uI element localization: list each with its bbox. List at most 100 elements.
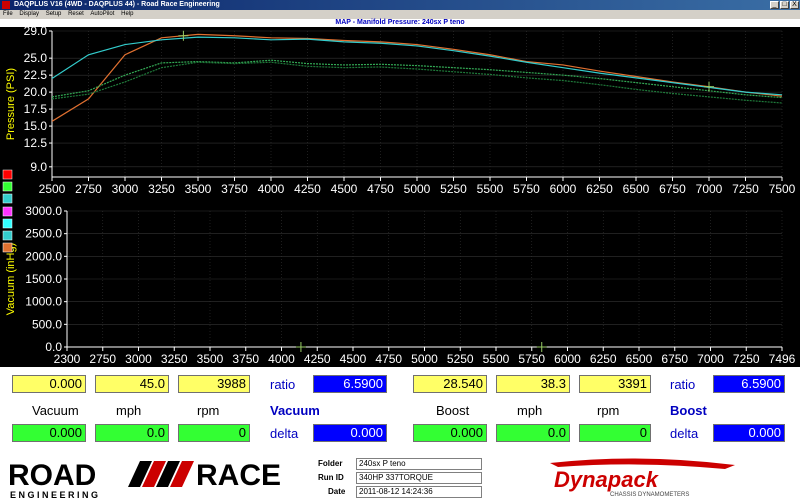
ratio-label-right: ratio — [670, 377, 696, 392]
chart-background — [0, 27, 800, 367]
pressure-x-tick-label: 3750 — [221, 182, 248, 196]
pressure-x-tick-label: 5250 — [440, 182, 467, 196]
vacuum-x-tick-label: 4000 — [268, 352, 295, 366]
menu-file[interactable]: File — [3, 10, 13, 19]
dynapack-logo: Dynapack CHASSIS DYNAMOMETERS — [550, 458, 735, 498]
vacuum-x-tick-label: 3000 — [125, 352, 152, 366]
pressure-x-tick-label: 4250 — [294, 182, 321, 196]
vacuum-x-tick-label: 6500 — [626, 352, 653, 366]
legend-swatch-bottom — [2, 206, 13, 217]
pressure-x-tick-label: 5000 — [404, 182, 431, 196]
app-icon — [2, 1, 10, 9]
legend-swatch-top — [2, 193, 13, 204]
mph-label-left: mph — [116, 403, 142, 418]
ratio-value-left: 6.5900 — [313, 375, 387, 393]
title-bar: DAQPLUS V16 (4WD - DAQPLUS 44) - Road Ra… — [0, 0, 800, 10]
pressure-y-tick-label: 25.0 — [24, 51, 48, 65]
pressure-y-label: Pressure (PSI) — [5, 68, 17, 140]
pressure-x-tick-label: 5500 — [477, 182, 504, 196]
vacuum-label: Vacuum — [32, 403, 79, 418]
pressure-x-tick-label: 3500 — [185, 182, 212, 196]
logo-road-text: ROAD — [8, 459, 96, 492]
vacuum-x-tick-label: 3750 — [232, 352, 259, 366]
close-button[interactable]: X — [790, 1, 799, 9]
date-label: Date — [328, 487, 346, 496]
boost-value: 28.540 — [413, 375, 487, 393]
ratio-label-left: ratio — [270, 377, 296, 392]
vacuum-y-tick-label: 2000.0 — [25, 249, 62, 263]
pressure-x-tick-label: 7250 — [732, 182, 759, 196]
pressure-x-tick-label: 4500 — [331, 182, 358, 196]
vacuum-x-tick-label: 3500 — [197, 352, 224, 366]
runid-label: Run ID — [318, 473, 344, 482]
mph-value-right: 38.3 — [496, 375, 570, 393]
boost-section-header: Boost — [670, 403, 707, 418]
legend-swatch-bottom — [2, 230, 13, 241]
vacuum-y-tick-label: 1500.0 — [25, 272, 62, 286]
menu-reset[interactable]: Reset — [68, 10, 84, 19]
rpm-value-left: 3988 — [178, 375, 250, 393]
charts-canvas: 9.0 12.5 15.0 17.5 20.0 22.5 25.0 29.0 2500 2750 3… — [0, 27, 800, 367]
vacuum-x-tick-label: 2750 — [89, 352, 116, 366]
pressure-y-tick-label: 29.0 — [24, 27, 48, 38]
menu-display[interactable]: Display — [19, 10, 39, 19]
pressure-y-tick-label: 17.5 — [24, 102, 48, 116]
dynapack-brand: Dynapack — [554, 467, 660, 492]
menu-autopilot[interactable]: AutoPilot — [90, 10, 114, 19]
vacuum-x-tick-label: 4500 — [340, 352, 367, 366]
vacuum-x-tick-label: 7250 — [733, 352, 760, 366]
road-race-logo: ROAD RACE E N G I N E E R I N G — [8, 459, 281, 500]
folder-value: 240sx P teno — [356, 458, 482, 470]
vacuum-x-tick-label: 6000 — [554, 352, 581, 366]
pressure-x-tick-label: 6750 — [659, 182, 686, 196]
pressure-x-tick-label: 2500 — [39, 182, 66, 196]
pressure-x-tick-label: 6000 — [550, 182, 577, 196]
vacuum-y-tick-label: 500.0 — [32, 317, 62, 331]
boost-delta: 0.000 — [413, 424, 487, 442]
vacuum-delta: 0.000 — [12, 424, 86, 442]
vacuum-x-tick-label: 2300 — [54, 352, 81, 366]
legend-swatch-bottom — [2, 242, 13, 253]
vacuum-x-tick-label: 6250 — [590, 352, 617, 366]
minimize-button[interactable]: _ — [770, 1, 779, 9]
pressure-x-tick-label: 5750 — [513, 182, 540, 196]
rpm-label-left: rpm — [197, 403, 220, 418]
logo-race-text: RACE — [196, 459, 281, 492]
vacuum-y-tick-label: 1000.0 — [25, 295, 62, 309]
pressure-x-tick-label: 6250 — [586, 182, 613, 196]
chart-title: MAP - Manifold Pressure: 240sx P teno — [0, 19, 800, 27]
vacuum-x-tick-label: 4750 — [375, 352, 402, 366]
readout-panel: 0.000 45.0 3988 ratio 6.5900 Vacuum mph … — [0, 367, 800, 455]
pressure-y-tick-label: 9.0 — [30, 160, 47, 174]
pressure-x-tick-label: 4750 — [367, 182, 394, 196]
vacuum-x-tick-label: 5750 — [518, 352, 545, 366]
window-title: DAQPLUS V16 (4WD - DAQPLUS 44) - Road Ra… — [14, 1, 220, 8]
vacuum-value: 0.000 — [12, 375, 86, 393]
vacuum-x-tick-label: 5250 — [447, 352, 474, 366]
legend-swatch-top — [2, 181, 13, 192]
pressure-y-tick-label: 22.5 — [24, 68, 48, 82]
mph-label-right: mph — [517, 403, 543, 418]
menu-setup[interactable]: Setup — [46, 10, 62, 19]
vacuum-x-tick-label: 6750 — [661, 352, 688, 366]
delta-label-right: delta — [670, 426, 699, 441]
menu-bar: File Display Setup Reset AutoPilot Help — [0, 10, 800, 19]
vacuum-y-label: Vacuum (inHg) — [5, 243, 17, 316]
vacuum-y-tick-label: 3000.0 — [25, 204, 62, 218]
vacuum-x-tick-label: 7000 — [697, 352, 724, 366]
vacuum-x-tick-label: 3250 — [161, 352, 188, 366]
legend-swatch-bottom — [2, 218, 13, 229]
pressure-x-tick-label: 6500 — [623, 182, 650, 196]
maximize-button[interactable]: □ — [780, 1, 789, 9]
delta-value-left: 0.000 — [313, 424, 387, 442]
pressure-y-tick-label: 20.0 — [24, 85, 48, 99]
vacuum-x-tick-label: 5500 — [483, 352, 510, 366]
boost-label: Boost — [436, 403, 470, 418]
date-value: 2011-08-12 14:24:36 — [356, 486, 482, 498]
delta-value-right: 0.000 — [713, 424, 785, 442]
vacuum-y-tick-label: 2500.0 — [25, 227, 62, 241]
mph-delta-left: 0.0 — [95, 424, 169, 442]
legend-swatches — [2, 169, 13, 253]
menu-help[interactable]: Help — [121, 10, 133, 19]
footer: ROAD RACE E N G I N E E R I N G Folder 2… — [0, 455, 800, 500]
